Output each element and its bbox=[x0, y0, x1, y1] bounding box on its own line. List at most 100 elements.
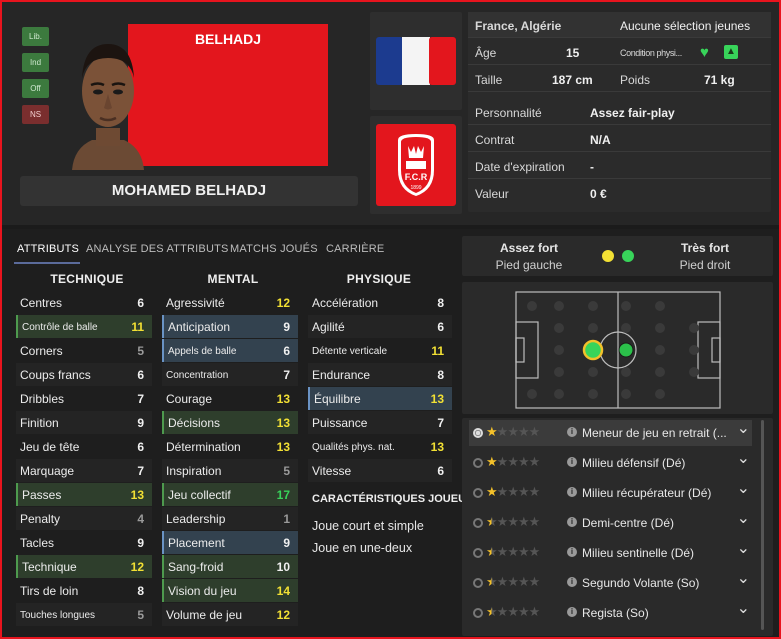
mental-attribute-row[interactable]: Appels de balle 6 bbox=[162, 339, 298, 362]
trait-item[interactable]: Joue court et simple bbox=[312, 519, 424, 533]
attribute-value: 8 bbox=[137, 584, 144, 598]
physique-attribute-row[interactable]: Agilité 6 bbox=[308, 315, 452, 338]
attribute-name: Détermination bbox=[166, 440, 241, 454]
attribute-value: 1 bbox=[283, 512, 290, 526]
physique-attribute-row[interactable]: Équilibre 13 bbox=[308, 387, 452, 410]
role-radio[interactable] bbox=[473, 548, 483, 558]
physique-attribute-row[interactable]: Vitesse 6 bbox=[308, 459, 452, 482]
status-badge-off[interactable]: Off bbox=[22, 79, 49, 98]
technique-attribute-row[interactable]: Touches longues 5 bbox=[16, 603, 152, 626]
mental-attribute-row[interactable]: Courage 13 bbox=[162, 387, 298, 410]
physique-attribute-row[interactable]: Qualités phys. nat. 13 bbox=[308, 435, 452, 458]
condition-label: Condition physi... bbox=[620, 48, 682, 58]
role-radio[interactable] bbox=[473, 458, 483, 468]
chevron-down-icon[interactable]: ⌄ bbox=[737, 598, 750, 618]
chevron-down-icon[interactable]: ⌄ bbox=[737, 418, 750, 438]
contract-value: N/A bbox=[590, 133, 611, 147]
info-icon[interactable]: i bbox=[567, 517, 577, 527]
mental-attribute-row[interactable]: Inspiration 5 bbox=[162, 459, 298, 482]
attribute-name: Jeu collectif bbox=[168, 488, 231, 502]
role-row[interactable]: ★★★★★ i Milieu défensif (Dé) ⌄ bbox=[469, 450, 752, 476]
info-icon[interactable]: i bbox=[567, 577, 577, 587]
role-radio[interactable] bbox=[473, 428, 483, 438]
mental-attribute-row[interactable]: Concentration 7 bbox=[162, 363, 298, 386]
mental-header: MENTAL bbox=[207, 272, 259, 286]
attribute-value: 5 bbox=[137, 344, 144, 358]
name-banner: BELHADJ bbox=[128, 24, 328, 166]
attribute-value: 13 bbox=[430, 440, 444, 454]
physique-attribute-row[interactable]: Détente verticale 11 bbox=[308, 339, 452, 362]
role-row[interactable]: ★★★★★ i Segundo Volante (So) ⌄ bbox=[469, 570, 752, 596]
mental-attribute-row[interactable]: Décisions 13 bbox=[162, 411, 298, 434]
mental-attribute-row[interactable]: Placement 9 bbox=[162, 531, 298, 554]
technique-attribute-row[interactable]: Passes 13 bbox=[16, 483, 152, 506]
role-row[interactable]: ★★★★★ i Regista (So) ⌄ bbox=[469, 600, 752, 626]
tab-attributs[interactable]: ATTRIBUTS bbox=[17, 243, 79, 255]
chevron-down-icon[interactable]: ⌄ bbox=[737, 568, 750, 588]
personality-value: Assez fair-play bbox=[590, 106, 675, 120]
role-row[interactable]: ★★★★★ i Demi-centre (Dé) ⌄ bbox=[469, 510, 752, 536]
mental-attribute-row[interactable]: Agressivité 12 bbox=[162, 291, 298, 314]
role-row[interactable]: ★★★★★ i Milieu sentinelle (Dé) ⌄ bbox=[469, 540, 752, 566]
technique-attribute-row[interactable]: Jeu de tête 6 bbox=[16, 435, 152, 458]
attribute-value: 7 bbox=[437, 416, 444, 430]
roles-scrollbar[interactable] bbox=[761, 420, 764, 630]
chevron-down-icon[interactable]: ⌄ bbox=[737, 538, 750, 558]
physique-attribute-row[interactable]: Puissance 7 bbox=[308, 411, 452, 434]
mental-attribute-row[interactable]: Détermination 13 bbox=[162, 435, 298, 458]
trait-item[interactable]: Joue en une-deux bbox=[312, 541, 412, 555]
right-foot-dot bbox=[622, 250, 634, 262]
attribute-value: 6 bbox=[283, 344, 290, 358]
mental-attribute-row[interactable]: Leadership 1 bbox=[162, 507, 298, 530]
technique-attribute-row[interactable]: Marquage 7 bbox=[16, 459, 152, 482]
role-radio[interactable] bbox=[473, 488, 483, 498]
physique-attribute-row[interactable]: Accélération 8 bbox=[308, 291, 452, 314]
technique-attribute-row[interactable]: Technique 12 bbox=[16, 555, 152, 578]
technique-attribute-row[interactable]: Contrôle de balle 11 bbox=[16, 315, 152, 338]
info-icon[interactable]: i bbox=[567, 547, 577, 557]
club-crest-box[interactable]: F.C.R 1899 bbox=[370, 116, 462, 214]
attribute-value: 5 bbox=[137, 608, 144, 622]
tab-carriere[interactable]: CARRIÈRE bbox=[326, 243, 384, 255]
info-icon[interactable]: i bbox=[567, 457, 577, 467]
status-badge-lib[interactable]: Lib. bbox=[22, 27, 49, 46]
info-icon[interactable]: i bbox=[567, 607, 577, 617]
mental-attribute-row[interactable]: Sang-froid 10 bbox=[162, 555, 298, 578]
technique-attribute-row[interactable]: Tirs de loin 8 bbox=[16, 579, 152, 602]
role-radio[interactable] bbox=[473, 608, 483, 618]
role-radio[interactable] bbox=[473, 518, 483, 528]
role-row[interactable]: ★★★★★ i Meneur de jeu en retrait (... ⌄ bbox=[469, 420, 752, 446]
info-icon[interactable]: i bbox=[567, 427, 577, 437]
technique-attribute-row[interactable]: Corners 5 bbox=[16, 339, 152, 362]
pitch-diagram[interactable] bbox=[462, 282, 773, 414]
role-row[interactable]: ★★★★★ i Milieu récupérateur (Dé) ⌄ bbox=[469, 480, 752, 506]
physique-attribute-row[interactable]: Endurance 8 bbox=[308, 363, 452, 386]
tab-analyse-attributs[interactable]: ANALYSE DES ATTRIBUTS bbox=[86, 243, 229, 255]
technique-attribute-row[interactable]: Penalty 4 bbox=[16, 507, 152, 530]
technique-attribute-row[interactable]: Tacles 9 bbox=[16, 531, 152, 554]
mental-attribute-row[interactable]: Anticipation 9 bbox=[162, 315, 298, 338]
club-crest-icon: F.C.R 1899 bbox=[376, 124, 456, 206]
attribute-value: 12 bbox=[276, 296, 290, 310]
technique-attribute-row[interactable]: Coups francs 6 bbox=[16, 363, 152, 386]
technique-attribute-row[interactable]: Finition 9 bbox=[16, 411, 152, 434]
tab-matchs-joues[interactable]: MATCHS JOUÉS bbox=[230, 243, 318, 255]
role-name: Milieu sentinelle (Dé) bbox=[582, 546, 695, 560]
attribute-name: Concentration bbox=[166, 370, 229, 381]
info-icon[interactable]: i bbox=[567, 487, 577, 497]
status-badge-ind[interactable]: Ind bbox=[22, 53, 49, 72]
chevron-down-icon[interactable]: ⌄ bbox=[737, 508, 750, 528]
technique-attribute-row[interactable]: Centres 6 bbox=[16, 291, 152, 314]
technique-attribute-row[interactable]: Dribbles 7 bbox=[16, 387, 152, 410]
role-radio[interactable] bbox=[473, 578, 483, 588]
status-badge-ns[interactable]: NS bbox=[22, 105, 49, 124]
attribute-name: Marquage bbox=[20, 464, 75, 478]
chevron-down-icon[interactable]: ⌄ bbox=[737, 478, 750, 498]
mental-attribute-row[interactable]: Volume de jeu 12 bbox=[162, 603, 298, 626]
mental-attribute-row[interactable]: Jeu collectif 17 bbox=[162, 483, 298, 506]
mental-attribute-row[interactable]: Vision du jeu 14 bbox=[162, 579, 298, 602]
attribute-name: Finition bbox=[20, 416, 59, 430]
attribute-name: Dribbles bbox=[20, 392, 65, 406]
nationality-flag-box[interactable] bbox=[370, 12, 462, 110]
chevron-down-icon[interactable]: ⌄ bbox=[737, 448, 750, 468]
